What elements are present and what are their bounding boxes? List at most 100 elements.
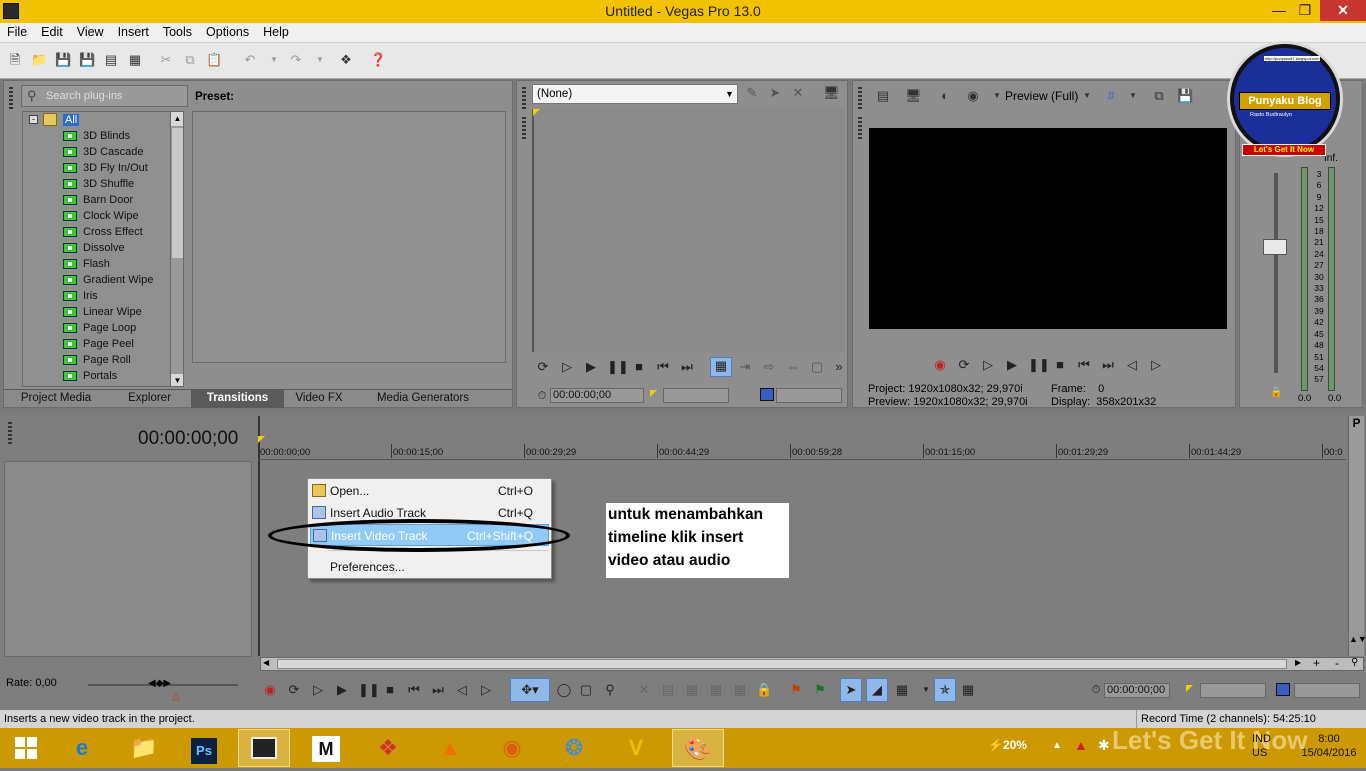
disc-tool-icon[interactable]: ❂	[548, 729, 600, 767]
copy-snapshot-icon[interactable]: ⧉	[1151, 88, 1167, 104]
plugin-item[interactable]: 3D Shuffle	[23, 176, 183, 192]
photoshop-icon[interactable]: Ps	[178, 729, 230, 767]
redo-icon[interactable]: ↷	[288, 52, 304, 68]
tl-pause-icon[interactable]: ❚❚	[358, 682, 380, 698]
firefox-icon[interactable]: ◉	[486, 729, 538, 767]
timeline-bottom-timecode[interactable]: 00:00:00;00	[1104, 683, 1170, 698]
movavi-icon[interactable]: M	[300, 729, 352, 767]
preview-play-icon[interactable]: ▶	[1004, 357, 1020, 373]
trimmer-monitor-icon[interactable]: 🖥	[823, 85, 840, 101]
prev-frame-icon[interactable]: ◁	[1124, 357, 1140, 373]
play-icon[interactable]: ▶	[583, 359, 599, 375]
preview-loop-icon[interactable]: ⟳	[956, 357, 972, 373]
insert-region-icon[interactable]: ⚑	[812, 682, 828, 698]
grid-dropdown-icon[interactable]: ▼	[1125, 88, 1141, 104]
snapping-dropdown-icon[interactable]: ▼	[918, 682, 934, 698]
trimmer-out-field[interactable]	[776, 388, 842, 403]
trimmer-in-field[interactable]	[663, 388, 729, 403]
menu-item-open[interactable]: Open... Ctrl+O	[310, 480, 549, 502]
trimmer-tool-icon[interactable]: ✎	[744, 85, 760, 101]
plugin-item[interactable]: Page Peel	[23, 336, 183, 352]
panel-grip[interactable]	[9, 87, 13, 109]
record-icon[interactable]: ◉	[932, 357, 948, 373]
minimize-button[interactable]: —	[1266, 0, 1292, 21]
tree-root-all[interactable]: - All	[23, 112, 183, 128]
plugin-scrollbar[interactable]: ▲ ▼	[170, 112, 183, 386]
menu-options[interactable]: Options	[199, 23, 256, 39]
plugin-item[interactable]: 3D Cascade	[23, 144, 183, 160]
snapping-icon[interactable]: ▦	[894, 682, 910, 698]
zoom-tool-icon[interactable]: ⚲	[1351, 657, 1358, 668]
go-end-icon[interactable]: ⏭	[679, 359, 695, 375]
plugin-item[interactable]: Iris	[23, 288, 183, 304]
trim-start-icon[interactable]: ▦	[684, 682, 700, 698]
save-snapshot-icon[interactable]: 💾	[1177, 88, 1193, 104]
bluetooth-tray-icon[interactable]: ✱	[1098, 737, 1110, 754]
tl-next-frame-icon[interactable]: ▷	[478, 682, 494, 698]
insert-marker-icon[interactable]: ⚑	[788, 682, 804, 698]
menu-item-preferences[interactable]: Preferences...	[310, 556, 549, 578]
menu-file[interactable]: File	[0, 23, 34, 39]
vertical-scrollbar[interactable]: P ▲▼	[1348, 416, 1366, 656]
start-button[interactable]	[0, 729, 52, 767]
track-list[interactable]	[4, 461, 252, 657]
go-start-icon[interactable]: ⏮	[655, 359, 671, 375]
tl-play-icon[interactable]: ▶	[334, 682, 350, 698]
preview-grip[interactable]	[858, 87, 862, 109]
auto-crossfade-icon[interactable]: ◢	[866, 678, 888, 702]
timeline-grip[interactable]	[8, 422, 12, 446]
envelope-tool-icon[interactable]: ◯	[556, 682, 572, 698]
trim-icon[interactable]: ▤	[660, 682, 676, 698]
marker-flag-icon[interactable]: P	[1349, 416, 1364, 430]
file-explorer-icon[interactable]: 📁	[118, 729, 170, 767]
tab-transitions[interactable]: Transitions	[191, 390, 284, 408]
normal-edit-tool[interactable]: ✥▾	[510, 678, 550, 702]
plugin-item[interactable]: Page Roll	[23, 352, 183, 368]
clock[interactable]: 8:00 15/04/2016	[1296, 732, 1362, 760]
preview-stop-icon[interactable]: ■	[1052, 357, 1068, 373]
cut-icon[interactable]: ✂	[158, 52, 174, 68]
tl-delete-icon[interactable]: ✕	[636, 682, 652, 698]
horizontal-scrollbar[interactable]: ◀ ▶ + - ⚲	[260, 656, 1364, 671]
lock-event-icon[interactable]: 🔒	[756, 682, 772, 698]
lock-envelopes-icon[interactable]: ✯	[934, 678, 956, 702]
menu-tools[interactable]: Tools	[156, 23, 199, 39]
trimmer-close-icon[interactable]: ✕	[790, 85, 806, 101]
loop-icon[interactable]: ⟳	[535, 359, 551, 375]
plugin-item[interactable]: Cross Effect	[23, 224, 183, 240]
internet-explorer-icon[interactable]: e	[56, 729, 108, 767]
hscroll-thumb[interactable]	[277, 659, 1287, 669]
paint-icon[interactable]: 🎨	[672, 729, 724, 767]
plugin-item[interactable]: Linear Wipe	[23, 304, 183, 320]
tab-video-fx[interactable]: Video FX	[284, 390, 354, 408]
preview-pause-icon[interactable]: ❚❚	[1028, 357, 1050, 373]
split-screen-icon[interactable]: ◐	[937, 88, 953, 104]
grid-icon[interactable]: #	[1103, 88, 1119, 104]
tl-loop-icon[interactable]: ⟳	[286, 682, 302, 698]
copy-icon[interactable]: ⧉	[182, 52, 198, 68]
add-to-timeline-icon[interactable]: ⇥	[737, 359, 753, 375]
play-from-start-icon[interactable]: ▷	[559, 359, 575, 375]
menu-insert[interactable]: Insert	[111, 23, 156, 39]
timeline-ruler[interactable]: 00:00:00;00 00:00:15;00 00:00:29;29 00:00:4…	[258, 444, 1346, 460]
scroll-up-icon[interactable]: ▲	[171, 112, 183, 126]
vegas-pro-taskbar-icon[interactable]	[238, 729, 290, 767]
scroll-right-icon[interactable]: ▶	[1295, 658, 1301, 667]
whats-this-icon[interactable]: ❓	[370, 52, 386, 68]
trimmer-view[interactable]	[532, 109, 844, 352]
search-plugins-input[interactable]: Search plug-ins	[21, 85, 188, 107]
external-monitor-icon[interactable]: 🖥	[905, 88, 922, 104]
paste-icon[interactable]: 📋	[206, 52, 222, 68]
save-icon[interactable]: 💾	[55, 52, 71, 68]
menu-edit[interactable]: Edit	[34, 23, 70, 39]
tl-stop-icon[interactable]: ■	[382, 682, 398, 698]
show-hidden-icons[interactable]: ▲	[1052, 740, 1062, 751]
new-icon[interactable]: 🗎	[7, 52, 23, 68]
plugin-item[interactable]: Barn Door	[23, 192, 183, 208]
open-folder-icon[interactable]: 📁	[31, 52, 47, 68]
plugin-item[interactable]: 3D Fly In/Out	[23, 160, 183, 176]
render-as-icon[interactable]: ❖	[338, 52, 354, 68]
zoom-vertical-icon[interactable]: ▲▼	[1349, 634, 1366, 644]
trimmer-grip[interactable]	[522, 87, 526, 109]
plugin-item[interactable]: Page Loop	[23, 320, 183, 336]
